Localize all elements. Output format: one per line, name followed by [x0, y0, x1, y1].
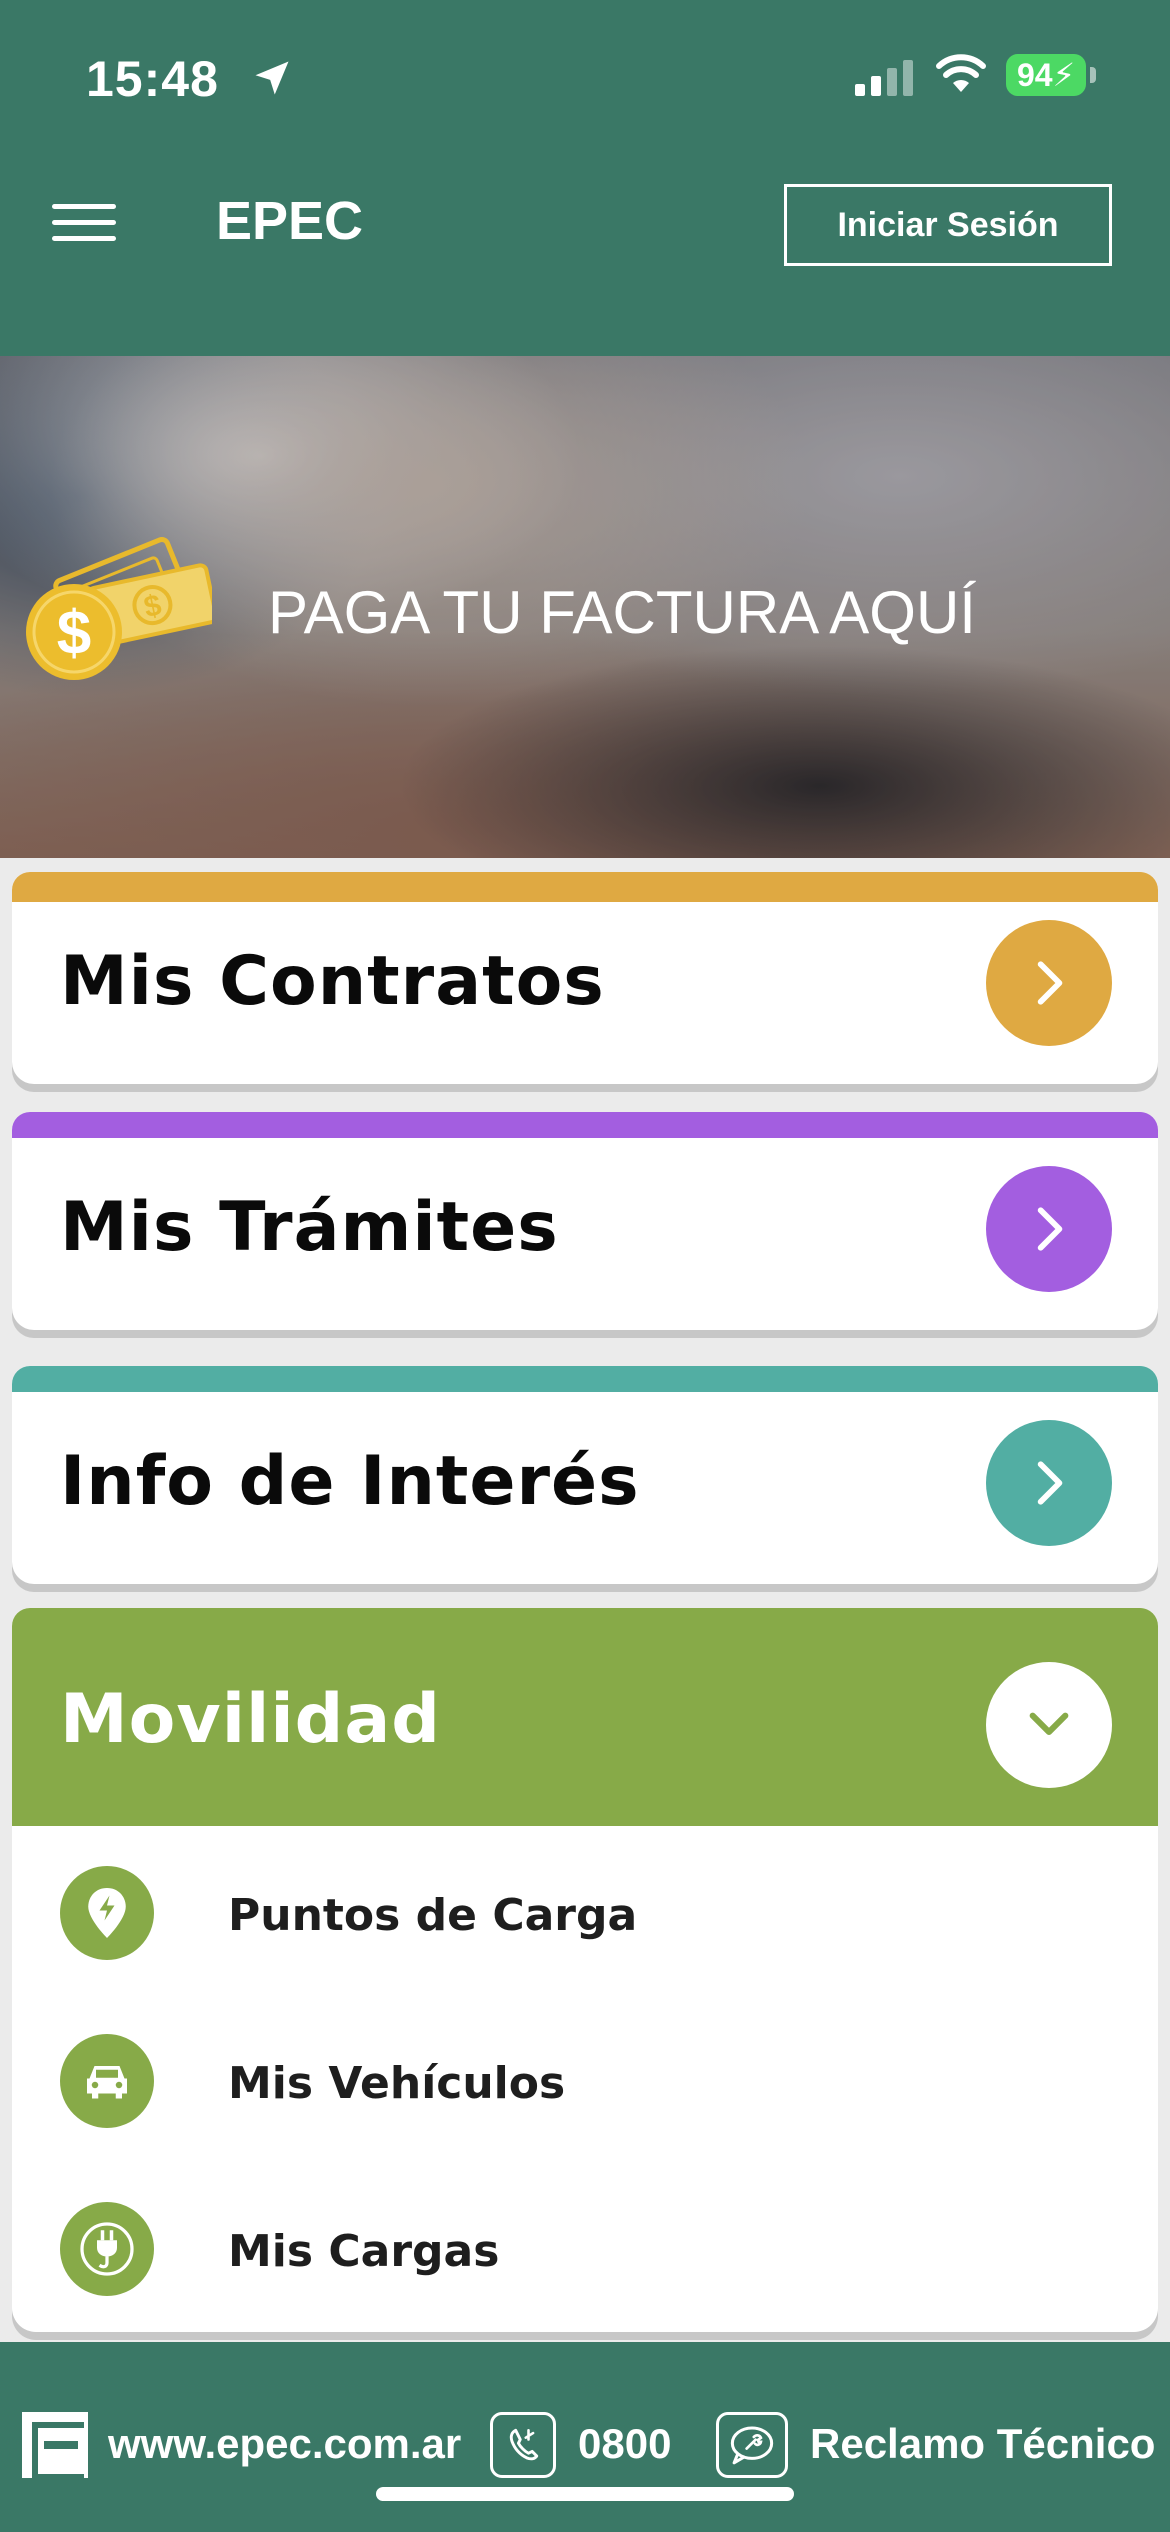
list-item-mis-vehiculos[interactable]: Mis Vehículos — [12, 2014, 1158, 2134]
epec-logo-icon — [22, 2412, 88, 2480]
card-accent-bar — [12, 1112, 1158, 1138]
chevron-down-icon[interactable] — [986, 1662, 1112, 1788]
banner-text: PAGA TU FACTURA AQUÍ — [268, 579, 976, 646]
svg-text:$: $ — [57, 599, 91, 668]
list-item-puntos-de-carga[interactable]: Puntos de Carga — [12, 1846, 1158, 1966]
movilidad-header[interactable]: Movilidad — [12, 1608, 1158, 1826]
chevron-right-icon[interactable] — [986, 1166, 1112, 1292]
chevron-right-icon[interactable] — [986, 920, 1112, 1046]
plug-icon — [60, 2202, 154, 2296]
hamburger-menu-icon[interactable] — [52, 204, 116, 244]
card-mis-tramites[interactable]: Mis Trámites — [12, 1112, 1158, 1330]
card-title: Mis Contratos — [60, 942, 605, 1021]
footer-website-link[interactable]: www.epec.com.ar — [108, 2420, 461, 2468]
movilidad-title: Movilidad — [60, 1680, 441, 1759]
movilidad-section: Movilidad Puntos de Carga Mis Vehículos … — [12, 1608, 1158, 2332]
card-info-de-interes[interactable]: Info de Interés — [12, 1366, 1158, 1584]
status-time: 15:48 — [86, 51, 219, 107]
battery-cap — [1090, 67, 1096, 83]
wifi-icon — [936, 54, 986, 92]
footer-bar: www.epec.com.ar 0800 Reclamo Técnico — [0, 2342, 1170, 2532]
battery-charging-icon: 94 ⚡ — [1006, 54, 1086, 96]
list-item-label: Mis Cargas — [228, 2226, 500, 2277]
app-header: 15:48 94 ⚡ EPEC Iniciar Sesión — [0, 0, 1170, 356]
battery-level: 94 — [1016, 56, 1053, 93]
footer-claim-link[interactable]: Reclamo Técnico — [810, 2420, 1155, 2468]
chat-wrench-icon[interactable] — [716, 2412, 788, 2478]
login-button[interactable]: Iniciar Sesión — [784, 184, 1112, 266]
card-accent-bar — [12, 1366, 1158, 1392]
card-mis-contratos[interactable]: Mis Contratos — [12, 872, 1158, 1084]
list-item-label: Puntos de Carga — [228, 1890, 638, 1941]
app-title: EPEC — [216, 191, 364, 251]
location-arrow-icon — [255, 61, 289, 95]
signal-icon — [855, 60, 913, 96]
card-title: Info de Interés — [60, 1442, 640, 1521]
phone-icon[interactable] — [490, 2412, 556, 2478]
home-indicator[interactable] — [376, 2487, 794, 2501]
list-item-mis-cargas[interactable]: Mis Cargas — [12, 2182, 1158, 2302]
card-accent-bar — [12, 872, 1158, 902]
coin-dollar-icon: $ $ — [26, 537, 212, 680]
chevron-right-icon[interactable] — [986, 1420, 1112, 1546]
footer-phone-link[interactable]: 0800 — [578, 2420, 671, 2468]
charging-point-icon — [60, 1866, 154, 1960]
pay-bill-banner[interactable]: $ $ PAGA TU FACTURA AQUÍ — [0, 356, 1170, 858]
list-item-label: Mis Vehículos — [228, 2058, 566, 2109]
car-icon — [60, 2034, 154, 2128]
card-title: Mis Trámites — [60, 1188, 559, 1267]
